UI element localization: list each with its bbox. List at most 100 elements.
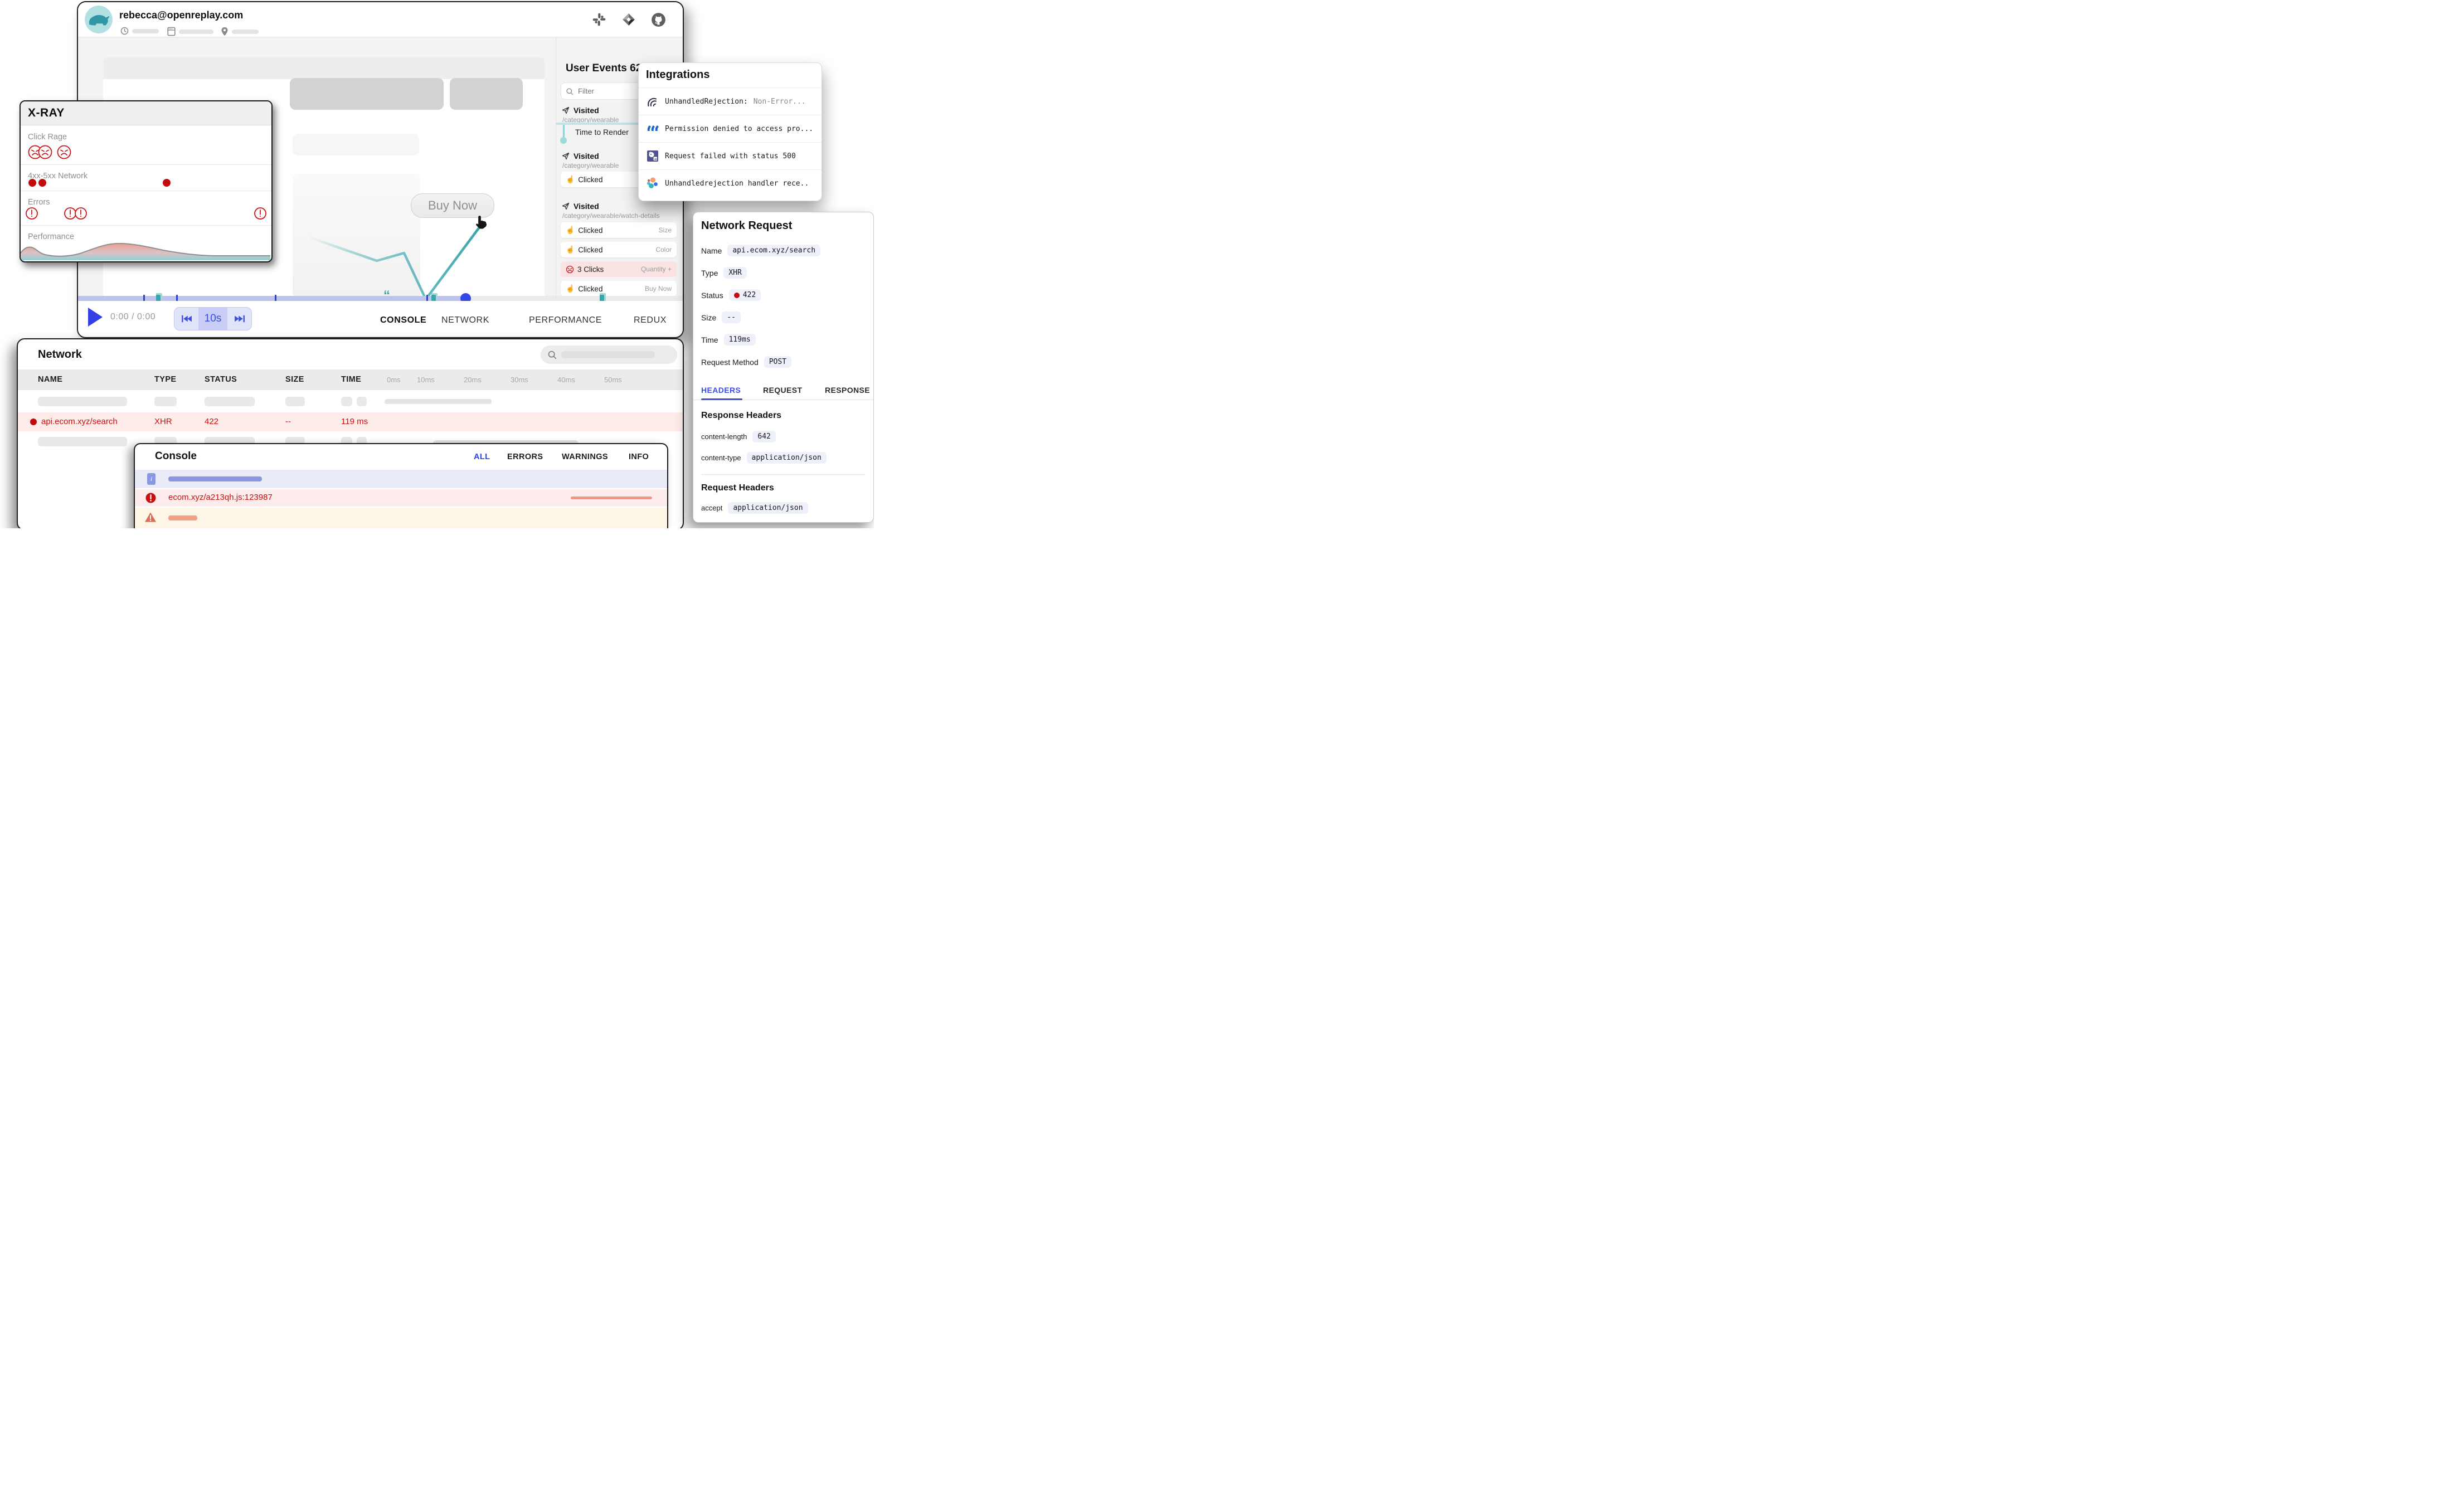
time-tick: 20ms: [464, 376, 482, 384]
request-type-value: XHR: [728, 269, 741, 277]
skeleton-cell: [154, 397, 177, 406]
field-value-chip: POST: [764, 356, 791, 368]
event-clicked-card[interactable]: ☝ Clicked Size: [561, 222, 677, 238]
performance-sparkline: [21, 239, 270, 260]
event-clicked-card[interactable]: ☝ Clicked Color: [561, 242, 677, 257]
event-clicked-card[interactable]: ☝ Clicked Buy Now: [561, 281, 677, 296]
error-icons: [21, 206, 271, 221]
integration-item-datadog[interactable]: Request failed with status 500: [639, 142, 822, 169]
console-row-warning[interactable]: [135, 508, 667, 528]
page-skeleton-subtitle: [293, 134, 419, 155]
event-rage-click-card[interactable]: 3 Clicks Quantity +: [561, 261, 677, 277]
network-error-dot: [163, 179, 171, 187]
tab-headers[interactable]: HEADERS: [701, 386, 741, 395]
integration-item-elastic[interactable]: Unhandledrejection handler rece..: [639, 169, 822, 197]
divider: [701, 474, 866, 475]
sentry-icon: [646, 95, 659, 108]
skip-forward-icon: [234, 314, 246, 323]
console-error-message: ecom.xyz/a213qh.js:123987: [168, 493, 273, 502]
console-row-info[interactable]: i: [135, 470, 667, 488]
warning-skeleton-bar: [168, 515, 197, 520]
field-label: Name: [701, 246, 722, 255]
tab-redux[interactable]: REDUX: [634, 315, 667, 325]
playback-time: 0:00 / 0:00: [110, 312, 155, 322]
skip-control: 10s: [174, 307, 252, 330]
event-click-meta: Buy Now: [645, 285, 672, 293]
skip-interval-label[interactable]: 10s: [198, 308, 227, 330]
request-size-value: --: [727, 313, 736, 322]
integration-message: Request failed with status 500: [665, 152, 796, 160]
integration-item-sentry[interactable]: UnhandledRejection: Non-Error...: [639, 87, 822, 115]
console-tab-errors[interactable]: ERRORS: [507, 452, 543, 461]
rage-click-icon: [566, 265, 574, 274]
column-time[interactable]: TIME: [341, 375, 361, 384]
play-button[interactable]: [88, 308, 103, 327]
integration-detail: Non-Error...: [754, 98, 806, 106]
integration-item-bugsnag[interactable]: Permission denied to access pro...: [639, 115, 822, 142]
timeline-quote-marker-icon[interactable]: “: [383, 290, 390, 301]
header-label: content-length: [701, 432, 747, 441]
tab-response[interactable]: RESPONSE: [825, 386, 870, 395]
event-click-label: Clicked: [578, 246, 602, 254]
warning-icon: [144, 512, 157, 523]
event-type-label: Visited: [574, 152, 599, 160]
skip-back-button[interactable]: [174, 308, 198, 330]
time-tick: 0ms: [387, 376, 401, 384]
column-size[interactable]: SIZE: [285, 375, 304, 384]
integration-message: Unhandledrejection handler rece..: [665, 179, 809, 188]
event-click-label: Clicked: [578, 176, 602, 184]
tab-network[interactable]: NETWORK: [441, 315, 489, 325]
network-search[interactable]: [541, 346, 677, 364]
session-header: rebecca@openreplay.com: [78, 2, 683, 37]
network-error-dot: [28, 179, 36, 187]
cursor-pointer-icon: [475, 215, 488, 231]
buy-now-button[interactable]: Buy Now: [411, 193, 494, 218]
content-length-value: 642: [757, 432, 770, 441]
column-status[interactable]: STATUS: [205, 375, 237, 384]
integration-message: Permission denied to access pro...: [665, 125, 813, 133]
session-user-email: rebecca@openreplay.com: [119, 9, 243, 21]
network-row-error[interactable]: api.ecom.xyz/search XHR 422 -- 119 ms: [18, 412, 683, 431]
tab-console[interactable]: CONSOLE: [380, 315, 426, 325]
field-value-chip: api.ecom.xyz/search: [727, 245, 820, 256]
tab-request[interactable]: REQUEST: [763, 386, 802, 395]
user-events-title-text: User Events: [566, 62, 627, 74]
meta-placeholder-bar: [132, 29, 159, 33]
github-icon[interactable]: [651, 12, 665, 27]
console-panel: Console ALL ERRORS WARNINGS INFO i ecom.…: [134, 443, 668, 528]
field-type: Type XHR: [701, 267, 747, 279]
session-browser-meta: [167, 27, 213, 36]
tab-performance[interactable]: PERFORMANCE: [529, 315, 602, 325]
column-type[interactable]: TYPE: [154, 375, 176, 384]
network-row-skeleton[interactable]: [18, 392, 683, 411]
click-hand-icon: ☝: [566, 245, 575, 254]
skeleton-cell: [357, 397, 367, 406]
header-value-chip: 642: [752, 431, 775, 442]
skeleton-cell: [38, 437, 127, 446]
event-visited-group[interactable]: Visited /category/wearable/watch-details: [562, 202, 677, 220]
xray-panel: X-RAY Click Rage 4xx-5xx Network Errors: [20, 100, 273, 262]
timeline-scrubber[interactable]: “: [78, 296, 683, 301]
console-tab-info[interactable]: INFO: [629, 452, 649, 461]
content-type-value: application/json: [752, 454, 822, 462]
skeleton-cell: [205, 397, 255, 406]
console-tab-warnings[interactable]: WARNINGS: [562, 452, 608, 461]
field-value-chip: 119ms: [724, 334, 756, 346]
console-row-error[interactable]: ecom.xyz/a213qh.js:123987: [135, 489, 667, 507]
timeline-progress: [78, 296, 465, 301]
field-value-chip: 422: [729, 289, 761, 301]
jira-icon[interactable]: [621, 12, 636, 27]
console-tab-all[interactable]: ALL: [474, 452, 490, 461]
event-type-label: Visited: [574, 106, 599, 115]
time-tick: 10ms: [417, 376, 435, 384]
slack-icon[interactable]: [592, 12, 606, 27]
rage-face-icons: [27, 144, 91, 160]
field-label: Time: [701, 335, 718, 344]
field-label: Size: [701, 313, 716, 322]
status-error-dot: [734, 293, 740, 298]
search-icon: [547, 350, 557, 359]
column-name[interactable]: NAME: [38, 375, 62, 384]
event-path: /category/wearable/watch-details: [562, 212, 677, 220]
skip-forward-button[interactable]: [227, 308, 251, 330]
time-tick: 50ms: [604, 376, 622, 384]
